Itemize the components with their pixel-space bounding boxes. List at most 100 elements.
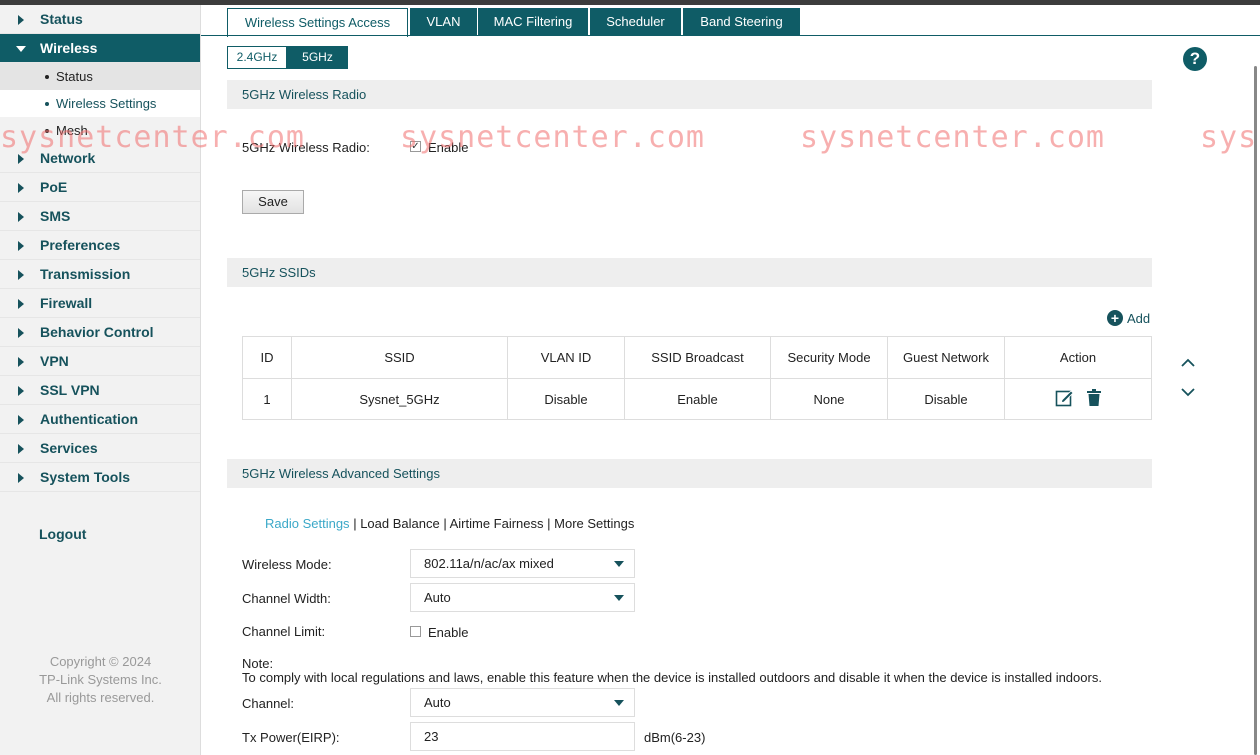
- column-header: Action: [1004, 336, 1152, 379]
- column-header: Guest Network: [887, 336, 1005, 379]
- chevron-right-icon: [18, 444, 24, 454]
- column-header: ID: [242, 336, 292, 379]
- chevron-down-icon: [16, 46, 26, 52]
- sidebar-item-label: Services: [40, 440, 98, 456]
- chevron-right-icon: [18, 154, 24, 164]
- band-5ghz-button[interactable]: 5GHz: [287, 46, 348, 69]
- sidebar-item-authentication[interactable]: Authentication: [0, 405, 200, 434]
- tab-band-steering[interactable]: Band Steering: [683, 8, 800, 36]
- trash-icon[interactable]: [1087, 389, 1102, 409]
- sidebar-item-ssl-vpn[interactable]: SSL VPN: [0, 376, 200, 405]
- watermark: sysnetcenter.com: [800, 120, 1105, 155]
- channel-limit-label: Channel Limit:: [242, 624, 326, 639]
- sidebar-item-transmission[interactable]: Transmission: [0, 260, 200, 289]
- logout-link[interactable]: Logout: [39, 526, 86, 542]
- chevron-down-icon[interactable]: [1180, 384, 1196, 400]
- cell-id: 1: [242, 378, 292, 420]
- channel-limit-checkbox[interactable]: [410, 626, 421, 637]
- subnav-more-settings[interactable]: More Settings: [554, 516, 634, 531]
- sidebar-item-label: SSL VPN: [40, 382, 100, 398]
- copyright-line: Copyright © 2024: [49, 654, 152, 669]
- save-button[interactable]: Save: [242, 190, 304, 214]
- sidebar-subitem-mesh[interactable]: Mesh: [0, 117, 200, 144]
- sidebar-item-label: Status: [40, 11, 83, 27]
- advanced-subnav: Radio Settings | Load Balance | Airtime …: [265, 516, 634, 531]
- sidebar-item-services[interactable]: Services: [0, 434, 200, 463]
- sidebar-item-system-tools[interactable]: System Tools: [0, 463, 200, 492]
- chevron-up-icon[interactable]: [1180, 355, 1196, 371]
- sidebar-item-label: VPN: [40, 353, 69, 369]
- subnav-airtime-fairness[interactable]: Airtime Fairness: [450, 516, 544, 531]
- watermark: sysnetcenter.com: [1200, 120, 1260, 155]
- sidebar-subitem-label: Mesh: [56, 123, 88, 138]
- column-header: SSID: [291, 336, 508, 379]
- tx-power-input[interactable]: 23: [410, 722, 635, 751]
- sidebar-item-label: Network: [40, 150, 96, 166]
- add-label: Add: [1127, 311, 1151, 326]
- table-header-row: ID SSID VLAN ID SSID Broadcast Security …: [242, 336, 1152, 379]
- tab-scheduler[interactable]: Scheduler: [590, 8, 681, 36]
- radio-enable-label: Enable: [428, 140, 469, 155]
- table-row: 1 Sysnet_5GHz Disable Enable None Disabl…: [242, 378, 1152, 420]
- tab-vlan[interactable]: VLAN: [410, 8, 477, 36]
- column-header: SSID Broadcast: [624, 336, 771, 379]
- tab-wireless-settings-access[interactable]: Wireless Settings Access: [227, 8, 408, 37]
- add-button[interactable]: + Add: [1107, 310, 1150, 327]
- sidebar-item-poe[interactable]: PoE: [0, 173, 200, 202]
- sidebar-subitem-label: Wireless Settings: [56, 96, 157, 111]
- sidebar-subitem-status[interactable]: Status: [0, 63, 200, 90]
- sidebar-item-sms[interactable]: SMS: [0, 202, 200, 231]
- wireless-mode-value: 802.11a/n/ac/ax mixed: [424, 556, 554, 571]
- ssid-table: ID SSID VLAN ID SSID Broadcast Security …: [242, 336, 1152, 420]
- sidebar-item-wireless[interactable]: Wireless: [0, 34, 200, 63]
- copyright-line: All rights reserved.: [46, 690, 155, 705]
- tx-power-unit: dBm(6-23): [644, 730, 706, 745]
- channel-label: Channel:: [242, 696, 295, 711]
- edit-icon[interactable]: [1055, 388, 1074, 410]
- sidebar-item-label: Firewall: [40, 295, 93, 311]
- tx-power-label: Tx Power(EIRP):: [242, 730, 340, 745]
- wireless-mode-label: Wireless Mode:: [242, 557, 332, 572]
- help-icon[interactable]: ?: [1183, 47, 1207, 71]
- radio-enable-checkbox[interactable]: ✓: [410, 141, 421, 152]
- sidebar-item-label: Authentication: [40, 411, 138, 427]
- sidebar-subitem-wireless-settings[interactable]: Wireless Settings: [0, 90, 200, 117]
- scrollbar[interactable]: [1254, 66, 1257, 755]
- band-2-4ghz-button[interactable]: 2.4GHz: [227, 46, 287, 69]
- chevron-right-icon: [18, 386, 24, 396]
- section-header-ssids: 5GHz SSIDs: [227, 258, 1152, 287]
- sidebar-item-label: SMS: [40, 208, 71, 224]
- tab-mac-filtering[interactable]: MAC Filtering: [478, 8, 588, 36]
- copyright-line: TP-Link Systems Inc.: [39, 672, 162, 687]
- tab-underline: [201, 35, 1260, 36]
- wireless-mode-select[interactable]: 802.11a/n/ac/ax mixed: [410, 549, 635, 578]
- sidebar-item-label: System Tools: [40, 469, 130, 485]
- sidebar-item-label: Preferences: [40, 237, 121, 253]
- sidebar-item-network[interactable]: Network: [0, 144, 200, 173]
- channel-value: Auto: [424, 695, 451, 710]
- note-text: To comply with local regulations and law…: [242, 670, 1102, 685]
- subnav-radio-settings[interactable]: Radio Settings: [265, 516, 350, 531]
- sidebar-item-vpn[interactable]: VPN: [0, 347, 200, 376]
- chevron-right-icon: [18, 270, 24, 280]
- channel-select[interactable]: Auto: [410, 688, 635, 717]
- channel-width-value: Auto: [424, 590, 451, 605]
- chevron-right-icon: [18, 183, 24, 193]
- cell-guest: Disable: [887, 378, 1005, 420]
- sidebar-item-label: Wireless: [40, 40, 98, 56]
- cell-vlan: Disable: [507, 378, 625, 420]
- sidebar: Status Wireless Status Wireless Settings…: [0, 5, 201, 755]
- channel-width-select[interactable]: Auto: [410, 583, 635, 612]
- caret-down-icon: [614, 700, 624, 706]
- section-header-radio: 5GHz Wireless Radio: [227, 80, 1152, 109]
- cell-security: None: [770, 378, 888, 420]
- chevron-right-icon: [18, 299, 24, 309]
- sidebar-item-preferences[interactable]: Preferences: [0, 231, 200, 260]
- cell-broadcast: Enable: [624, 378, 771, 420]
- subnav-load-balance[interactable]: Load Balance: [360, 516, 440, 531]
- sidebar-item-behavior-control[interactable]: Behavior Control: [0, 318, 200, 347]
- sidebar-item-firewall[interactable]: Firewall: [0, 289, 200, 318]
- cell-ssid: Sysnet_5GHz: [291, 378, 508, 420]
- sidebar-item-label: PoE: [40, 179, 68, 195]
- sidebar-item-status[interactable]: Status: [0, 5, 200, 34]
